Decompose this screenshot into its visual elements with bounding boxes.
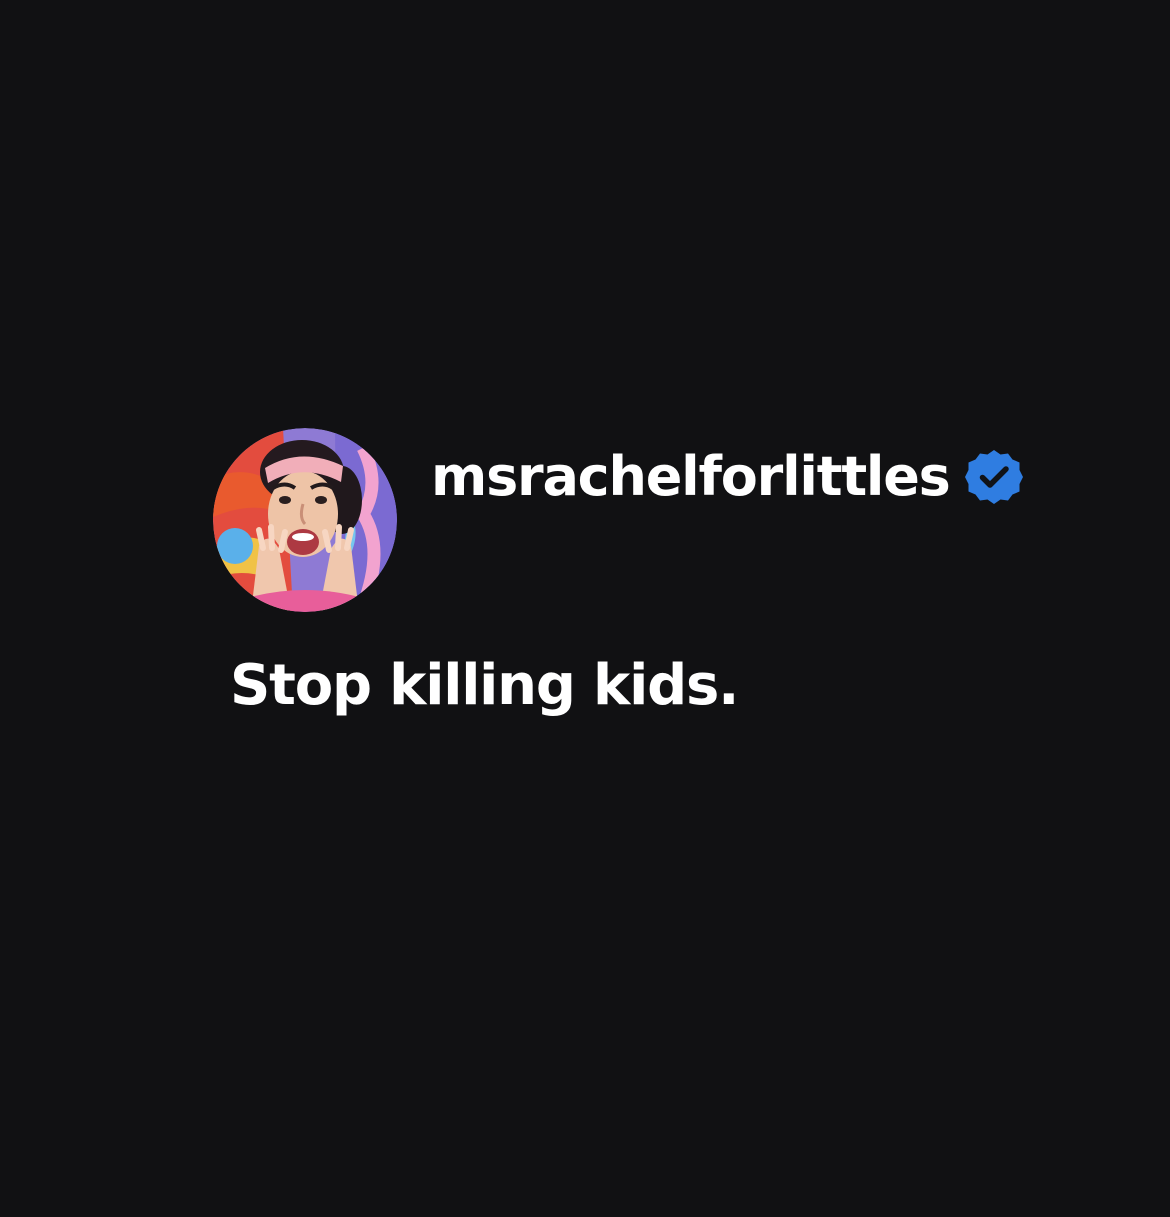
username[interactable]: msrachelforlittles — [431, 450, 951, 504]
avatar[interactable] — [213, 428, 397, 612]
post-card: msrachelforlittles Stop killing kids. — [213, 428, 1033, 748]
post-text: Stop killing kids. — [230, 653, 739, 718]
username-row: msrachelforlittles — [431, 442, 1024, 512]
profile-photo — [213, 428, 397, 612]
verified-badge-icon — [964, 450, 1023, 504]
